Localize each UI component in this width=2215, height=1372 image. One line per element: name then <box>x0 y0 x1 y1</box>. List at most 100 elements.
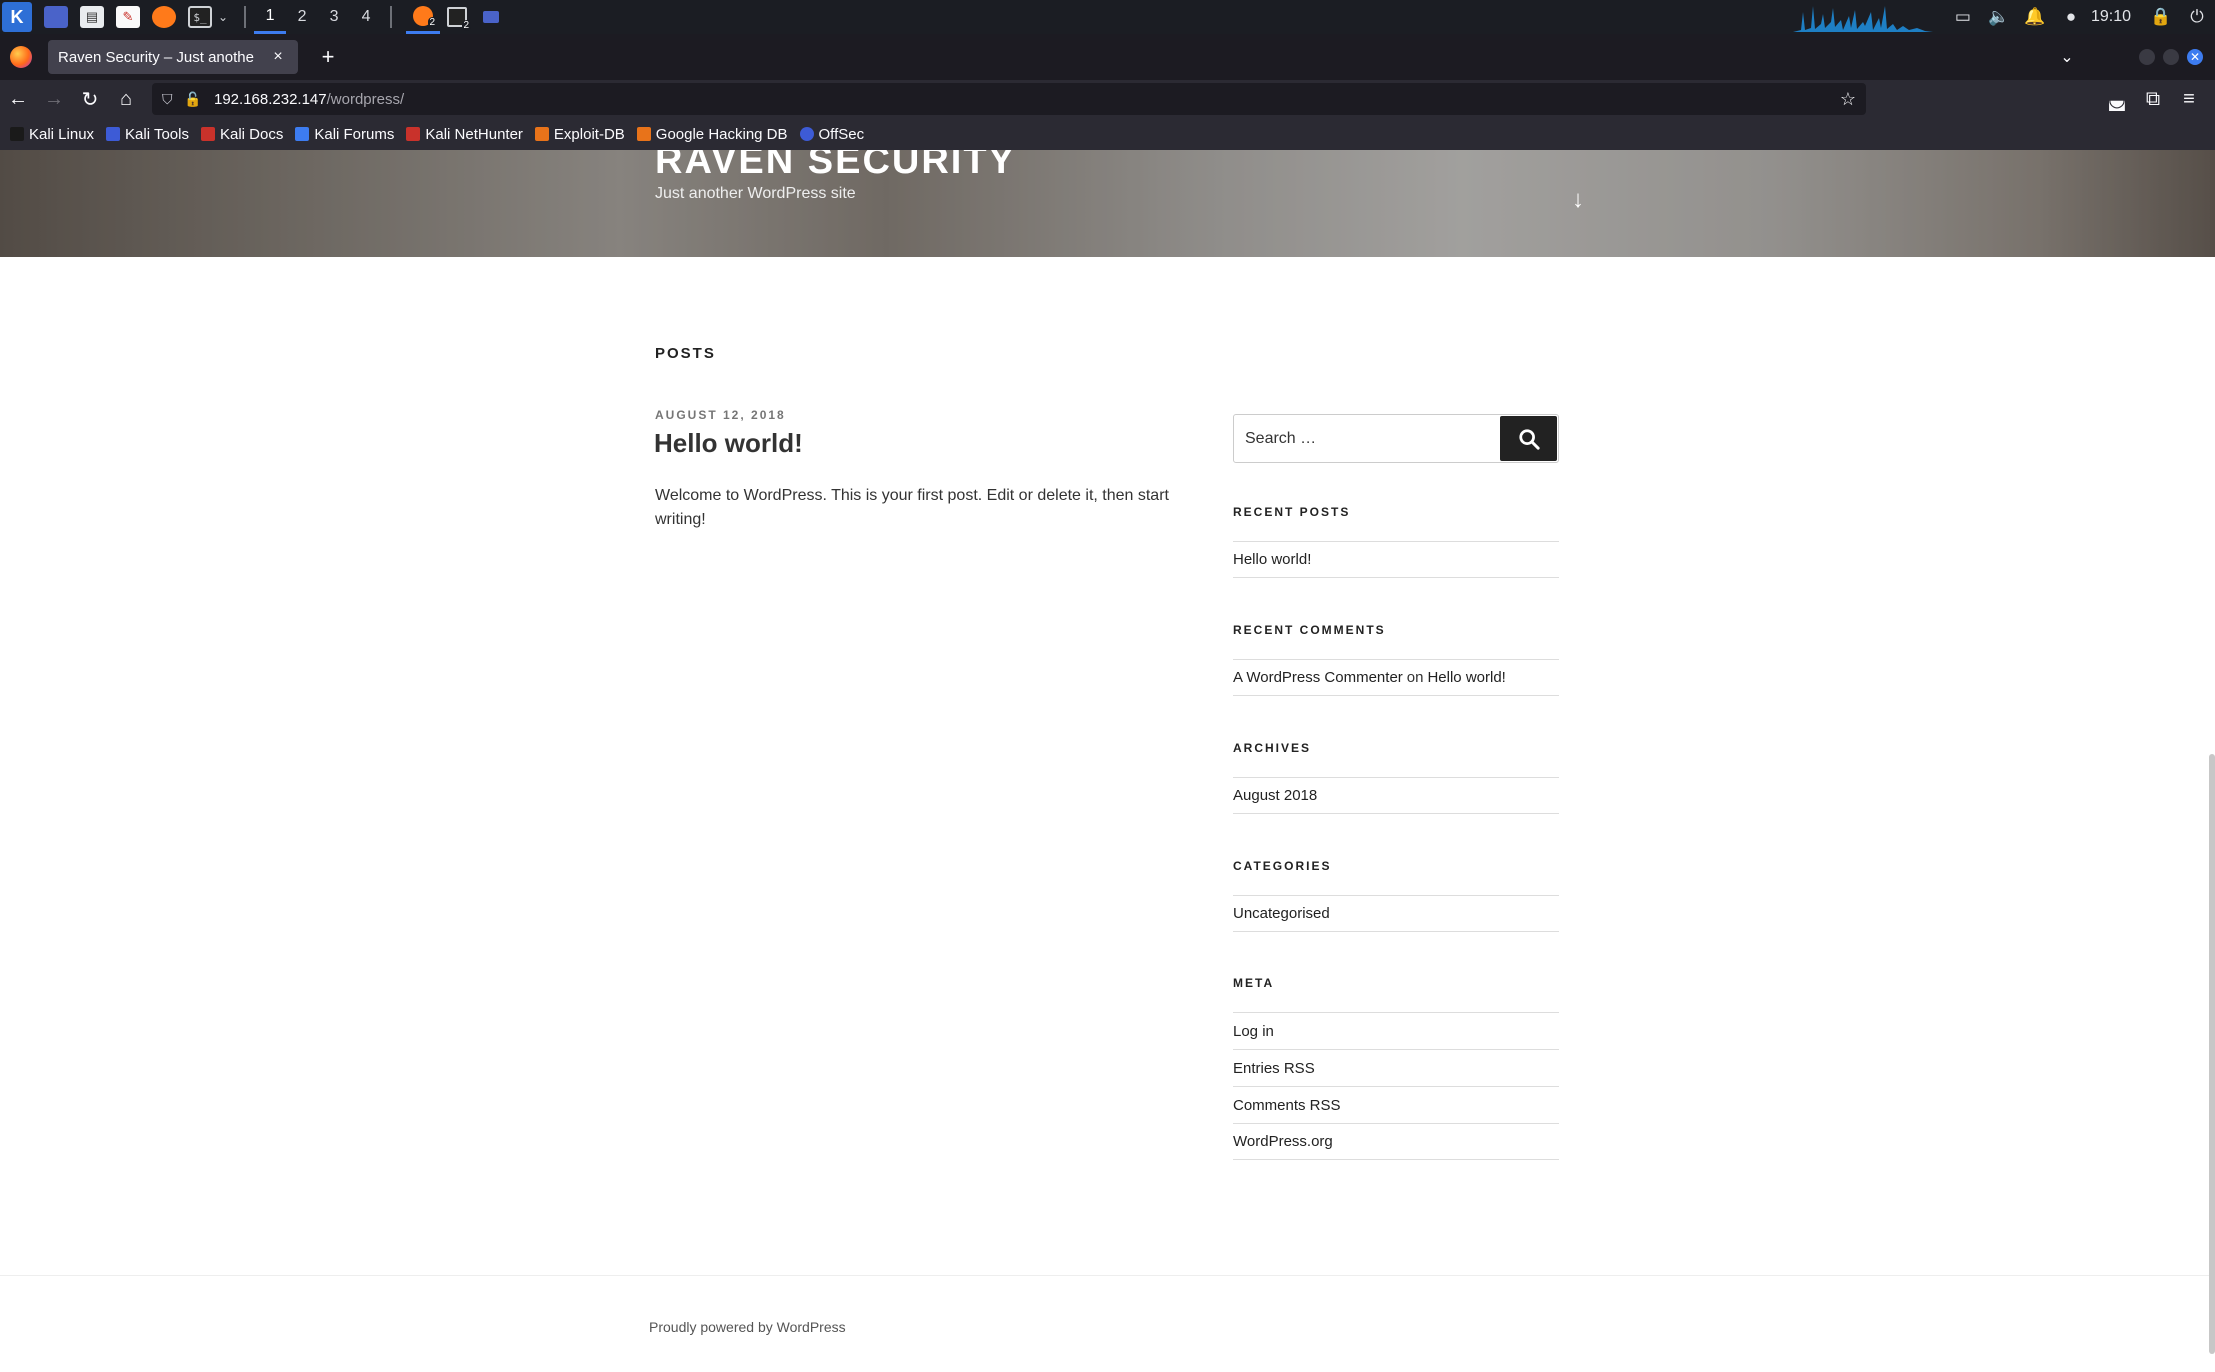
minimize-window-button[interactable] <box>2139 49 2155 65</box>
search-input[interactable] <box>1234 416 1500 461</box>
search-form <box>1233 414 1559 463</box>
task-list: 2 2 <box>406 0 508 34</box>
meta-login-link[interactable]: Log in <box>1233 1023 1274 1040</box>
update-icon[interactable]: ● <box>2053 0 2089 34</box>
kali-menu-icon[interactable]: K <box>2 2 32 32</box>
task-window[interactable] <box>474 0 508 34</box>
task-count: 2 <box>427 17 438 28</box>
terminal-launcher-icon[interactable]: $_ <box>188 6 212 28</box>
bookmark-kali-docs[interactable]: Kali Docs <box>200 126 283 143</box>
meta-title: META <box>1233 976 1275 990</box>
task-count: 2 <box>461 20 472 31</box>
meta-comments-rss-link[interactable]: Comments RSS <box>1233 1097 1341 1114</box>
close-window-button[interactable]: ✕ <box>2187 49 2203 65</box>
page-scrollbar[interactable] <box>2209 754 2215 1354</box>
tracking-protection-icon[interactable]: ⛉ <box>162 91 184 108</box>
category-link[interactable]: Uncategorised <box>1233 905 1330 922</box>
workspace-4[interactable]: 4 <box>350 0 382 34</box>
home-icon[interactable]: ⌂ <box>108 83 144 115</box>
recent-posts-title: RECENT POSTS <box>1233 505 1351 519</box>
search-button[interactable] <box>1500 416 1557 461</box>
task-terminal[interactable]: 2 <box>440 0 474 34</box>
archives-title: ARCHIVES <box>1233 741 1312 755</box>
url-host: 192.168.232.147 <box>214 90 327 108</box>
google-hacking-db-icon <box>636 127 651 141</box>
new-tab-button[interactable]: + <box>310 40 346 74</box>
footer-credit-link[interactable]: Proudly powered by WordPress <box>649 1319 846 1335</box>
comment-author-link[interactable]: A WordPress Commenter <box>1233 669 1403 686</box>
bookmark-star-icon[interactable]: ☆ <box>1840 89 1856 110</box>
site-title[interactable]: RAVEN SECURITY <box>655 150 1016 183</box>
task-firefox[interactable]: 2 <box>406 0 441 34</box>
insecure-lock-icon[interactable]: 🔓 <box>184 91 206 108</box>
recent-comments-list: A WordPress Commenter on Hello world! <box>1233 659 1559 696</box>
close-tab-icon[interactable]: × <box>268 48 288 66</box>
meta-list: Log in Entries RSS Comments RSS WordPres… <box>1233 1012 1559 1160</box>
bookmark-label: Kali Tools <box>125 125 189 143</box>
list-item: WordPress.org <box>1233 1123 1559 1160</box>
scroll-down-arrow-icon[interactable]: ↓ <box>1572 186 1584 214</box>
pocket-icon[interactable]: ◛ <box>2099 83 2135 115</box>
text-editor-icon[interactable]: ✎ <box>116 6 140 28</box>
recent-post-link[interactable]: Hello world! <box>1233 551 1311 568</box>
list-item: Hello world! <box>1233 541 1559 578</box>
volume-icon[interactable]: 🔈 <box>1981 0 2017 34</box>
app-launchers: K ▤ ✎ $_ ⌄ <box>0 0 236 34</box>
menu-icon[interactable]: ≡ <box>2171 83 2207 115</box>
cpu-graph <box>1792 6 1933 32</box>
offsec-icon <box>799 127 814 141</box>
bookmark-label: Kali NetHunter <box>425 125 523 143</box>
url-bar[interactable]: ⛉ 🔓 192.168.232.147/wordpress/ ☆ <box>152 83 1866 115</box>
recent-posts-list: Hello world! <box>1233 541 1559 578</box>
kali-docs-icon <box>200 127 215 141</box>
show-desktop-icon[interactable] <box>44 6 68 28</box>
footer-divider <box>0 1275 2215 1276</box>
bookmark-kali-tools[interactable]: Kali Tools <box>106 126 189 143</box>
bookmark-kali-nethunter[interactable]: Kali NetHunter <box>406 126 523 143</box>
firefox-launcher-icon[interactable] <box>152 6 176 28</box>
bookmark-label: OffSec <box>818 125 865 143</box>
tab-raven-security[interactable]: Raven Security – Just anothe × <box>48 40 298 74</box>
firefox-view-icon[interactable] <box>10 46 32 68</box>
bookmark-kali-forums[interactable]: Kali Forums <box>295 126 394 143</box>
notification-bell-icon[interactable]: 🔔 <box>2017 0 2053 34</box>
meta-entries-rss-link[interactable]: Entries RSS <box>1233 1060 1315 1077</box>
workspace-3[interactable]: 3 <box>318 0 350 34</box>
top-panel: K ▤ ✎ $_ ⌄ 1 2 3 4 2 2 ▭ 🔈 🔔 ● 19:10 🔒 ⏻ <box>0 0 2215 34</box>
post-excerpt: Welcome to WordPress. This is your first… <box>655 487 1169 528</box>
maximize-window-button[interactable] <box>2163 49 2179 65</box>
archives-list: August 2018 <box>1233 777 1559 814</box>
screen-icon[interactable]: ▭ <box>1945 0 1981 34</box>
recent-comments-title: RECENT COMMENTS <box>1233 623 1386 637</box>
meta-wordpress-org-link[interactable]: WordPress.org <box>1233 1133 1333 1150</box>
url-text[interactable]: 192.168.232.147/wordpress/ <box>214 91 1840 108</box>
workspace-2[interactable]: 2 <box>286 0 318 34</box>
bookmark-kali-linux[interactable]: Kali Linux <box>10 126 94 143</box>
clock[interactable]: 19:10 <box>2091 8 2131 26</box>
bookmark-label: Exploit-DB <box>553 125 625 143</box>
list-item: A WordPress Commenter on Hello world! <box>1233 659 1559 696</box>
list-all-tabs-icon[interactable]: ⌄ <box>2049 47 2085 67</box>
file-manager-icon[interactable]: ▤ <box>80 6 104 28</box>
extensions-icon[interactable]: ⧉ <box>2135 83 2171 115</box>
chevron-down-icon[interactable]: ⌄ <box>218 10 228 24</box>
bookmark-google-hacking-db[interactable]: Google Hacking DB <box>636 126 788 143</box>
post-title[interactable]: Hello world! <box>654 428 803 459</box>
archive-link[interactable]: August 2018 <box>1233 787 1317 804</box>
back-icon[interactable]: ← <box>0 83 36 115</box>
reload-icon[interactable]: ↻ <box>72 83 108 115</box>
bookmark-exploit-db[interactable]: Exploit-DB <box>534 125 625 143</box>
tab-bar: Raven Security – Just anothe × + ⌄ ✕ <box>0 34 2215 80</box>
bookmark-offsec[interactable]: OffSec <box>799 125 865 143</box>
workspace-1[interactable]: 1 <box>254 0 287 34</box>
panel-separator <box>244 6 247 28</box>
categories-title: CATEGORIES <box>1233 859 1332 873</box>
power-icon[interactable]: ⏻ <box>2179 0 2215 34</box>
comment-post-link[interactable]: Hello world! <box>1427 669 1505 686</box>
page-viewport: RAVEN SECURITY Just another WordPress si… <box>0 150 2215 1372</box>
post-date[interactable]: AUGUST 12, 2018 <box>655 408 786 422</box>
forward-icon[interactable]: → <box>36 83 72 115</box>
lock-icon[interactable]: 🔒 <box>2143 0 2179 34</box>
kali-linux-icon <box>10 127 24 141</box>
bookmark-label: Kali Forums <box>314 125 395 143</box>
